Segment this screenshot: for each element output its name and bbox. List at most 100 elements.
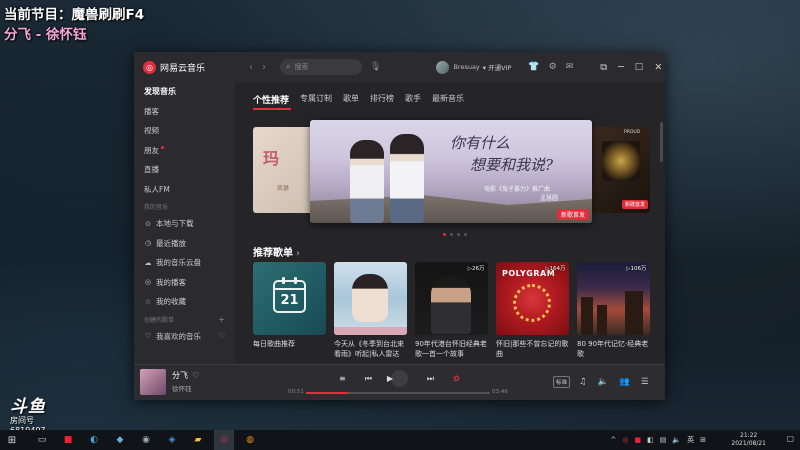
settings-icon[interactable]: ⚙ [549, 62, 557, 72]
stream-program-title: 当前节目：魔兽刷刷F4 [4, 7, 145, 23]
heartbeat-mode-icon[interactable]: ♡ [219, 332, 225, 340]
now-playing-artist[interactable]: 徐怀钰 [172, 383, 192, 393]
sidebar-item-fm[interactable]: 私人FM [134, 180, 235, 200]
banner-person [350, 140, 384, 223]
edge-icon[interactable]: ◐ [84, 430, 104, 450]
tab-charts[interactable]: 排行榜 [370, 93, 394, 106]
cover-building [625, 290, 643, 335]
now-playing-cover[interactable] [140, 369, 166, 395]
network-icon[interactable]: ▤ [660, 436, 667, 444]
user-area[interactable]: Bresuay ▾ 开通VIP [436, 60, 512, 74]
current-time: 00:51 [288, 389, 304, 395]
sidebar-item-label: 播客 [144, 106, 159, 116]
playlist-card[interactable]: POLYGRAM ▷164万 怀旧|那些不曾忘记的歌曲 [496, 262, 569, 359]
tray-app-icon[interactable]: ■ [635, 436, 642, 444]
forward-arrow-icon[interactable]: › [262, 62, 266, 73]
netease-taskbar-icon[interactable]: ◎ [214, 430, 234, 450]
playlist-title: 每日歌曲推荐 [253, 339, 295, 348]
douyu-brand: 斗鱼 [10, 397, 46, 417]
app-orange-icon[interactable]: ◍ [240, 430, 260, 450]
playlist-card[interactable]: 今天从《冬季到台北来看雨》听起|私人雷达 [334, 262, 407, 359]
sidebar-item-video[interactable]: 视频 [134, 121, 235, 141]
add-playlist-icon[interactable]: + [218, 315, 225, 324]
tab-playlists[interactable]: 歌单 [343, 93, 359, 106]
sidebar-item-local-downloads[interactable]: ⊙ 本地与下载 [134, 214, 235, 234]
username[interactable]: Bresuay [453, 63, 479, 71]
app-logo[interactable]: ◎ 网易云音乐 [143, 60, 205, 74]
tab-new-music[interactable]: 最新音乐 [432, 93, 464, 106]
playlist-card[interactable]: ▷26万 90年代港台怀旧经典老歌一首一个故事 [415, 262, 488, 359]
banner-prev[interactable]: 玛 凯瑟 [253, 127, 313, 213]
cover-building [581, 296, 593, 335]
tray-chevron-icon[interactable]: ^ [611, 436, 617, 444]
windows-taskbar: ⊞ ▭ ■ ◐ ◆ ◉ ◈ ▰ ◎ ◍ ^ ◎ ■ ◧ ▤ 🔈 英 ⊞ 21:2… [0, 430, 800, 450]
sidebar-item-friends[interactable]: 朋友 [134, 141, 235, 161]
heartbeat-icon[interactable]: ✿ [453, 374, 460, 383]
vip-button[interactable]: ▾ 开通VIP [483, 62, 512, 72]
tab-artists[interactable]: 歌手 [405, 93, 421, 106]
sound-effect-icon[interactable]: ♫ [579, 377, 587, 387]
quality-button[interactable]: 标准 [553, 376, 571, 388]
netease-logo-icon: ◎ [143, 60, 156, 74]
playlist-card[interactable]: ▷106万 80 90年代记忆·经典老歌 [577, 262, 650, 359]
now-playing-song[interactable]: 分飞 ♡ [172, 370, 199, 381]
play-button[interactable]: ▶ [387, 370, 408, 387]
back-arrow-icon[interactable]: ‹ [249, 62, 253, 73]
steam-icon[interactable]: ◉ [136, 430, 156, 450]
sidebar-item-collection[interactable]: ☆ 我的收藏 [134, 292, 235, 312]
tray-netease-icon[interactable]: ◎ [622, 436, 628, 444]
carousel-dot[interactable] [443, 233, 446, 236]
ime-icon[interactable]: ⊞ [700, 436, 706, 444]
app-red-icon[interactable]: ■ [58, 430, 78, 450]
language-indicator[interactable]: 英 [687, 435, 694, 445]
like-heart-icon[interactable]: ♡ [192, 371, 199, 380]
app-blue-icon[interactable]: ◈ [162, 430, 182, 450]
volume-icon[interactable]: 🔈 [598, 377, 609, 387]
sidebar-item-cloud[interactable]: ☁ 我的音乐云盘 [134, 253, 235, 273]
tab-custom[interactable]: 专属订制 [300, 93, 332, 106]
recommended-playlists-heading[interactable]: 推荐歌单 › [253, 244, 300, 259]
sidebar-item-label: 我的播客 [156, 277, 186, 287]
avatar[interactable] [436, 60, 450, 74]
download-icon: ⊙ [145, 219, 151, 228]
task-view-icon[interactable]: ▭ [32, 430, 52, 450]
skin-icon[interactable]: 👕 [528, 62, 539, 72]
sidebar-item-live[interactable]: 直播 [134, 160, 235, 180]
playlist-cover: POLYGRAM ▷164万 [496, 262, 569, 335]
mic-icon[interactable]: 🎙 [370, 62, 381, 72]
notification-icon[interactable]: ▢ [786, 434, 794, 443]
search-input[interactable]: ⌕ 搜索 [280, 59, 363, 75]
sidebar-item-discover[interactable]: 发现音乐 [134, 82, 235, 102]
main-content: 个性推荐 专属订制 歌单 排行榜 歌手 最新音乐 玛 凯瑟 PROUD 新碟首发… [235, 82, 665, 364]
sidebar-item-liked[interactable]: ♡ 我喜欢的音乐 ♡ [134, 327, 235, 347]
minimize-icon[interactable]: ─ [618, 62, 624, 73]
file-explorer-icon[interactable]: ▰ [188, 430, 208, 450]
carousel-dot[interactable] [464, 233, 467, 236]
playlist-queue-icon[interactable]: ☰ [641, 377, 649, 387]
next-track-icon[interactable]: ⏭ [427, 374, 434, 384]
windows-start-icon[interactable]: ⊞ [0, 435, 24, 446]
mail-icon[interactable]: ✉ [566, 62, 574, 72]
volume-tray-icon[interactable]: 🔈 [672, 436, 681, 444]
banner-current[interactable]: 你有什么 想要和我说? 电影《兔子暴力》推广曲 孟慧圆 新歌首发 [310, 120, 592, 223]
window-controls: ⧉ ─ ☐ ✕ [589, 62, 662, 73]
mini-mode-icon[interactable]: ⧉ [600, 62, 607, 73]
tab-recommended[interactable]: 个性推荐 [253, 93, 289, 106]
sidebar-item-podcast[interactable]: 播客 [134, 102, 235, 122]
previous-track-icon[interactable]: ⏮ [365, 374, 372, 384]
carousel-dot[interactable] [457, 233, 460, 236]
close-icon[interactable]: ✕ [654, 62, 662, 73]
sidebar-item-recent[interactable]: ◷ 最近播放 [134, 234, 235, 254]
listen-together-icon[interactable]: 👥 [619, 377, 630, 387]
sidebar-item-my-podcast[interactable]: ◎ 我的播客 [134, 273, 235, 293]
progress-bar[interactable] [306, 392, 490, 394]
scrollbar[interactable] [660, 122, 663, 162]
carousel-dot[interactable] [450, 233, 453, 236]
playlist-card[interactable]: 21 每日歌曲推荐 [253, 262, 326, 359]
taskbar-clock[interactable]: 21:22 2021/08/21 [731, 432, 766, 448]
shield-app-icon[interactable]: ◆ [110, 430, 130, 450]
banner-next[interactable]: PROUD 新碟首发 [592, 127, 650, 213]
playlist-mode-icon[interactable]: ≡ [339, 374, 346, 383]
tray-app-icon[interactable]: ◧ [647, 436, 654, 444]
maximize-icon[interactable]: ☐ [635, 62, 644, 73]
